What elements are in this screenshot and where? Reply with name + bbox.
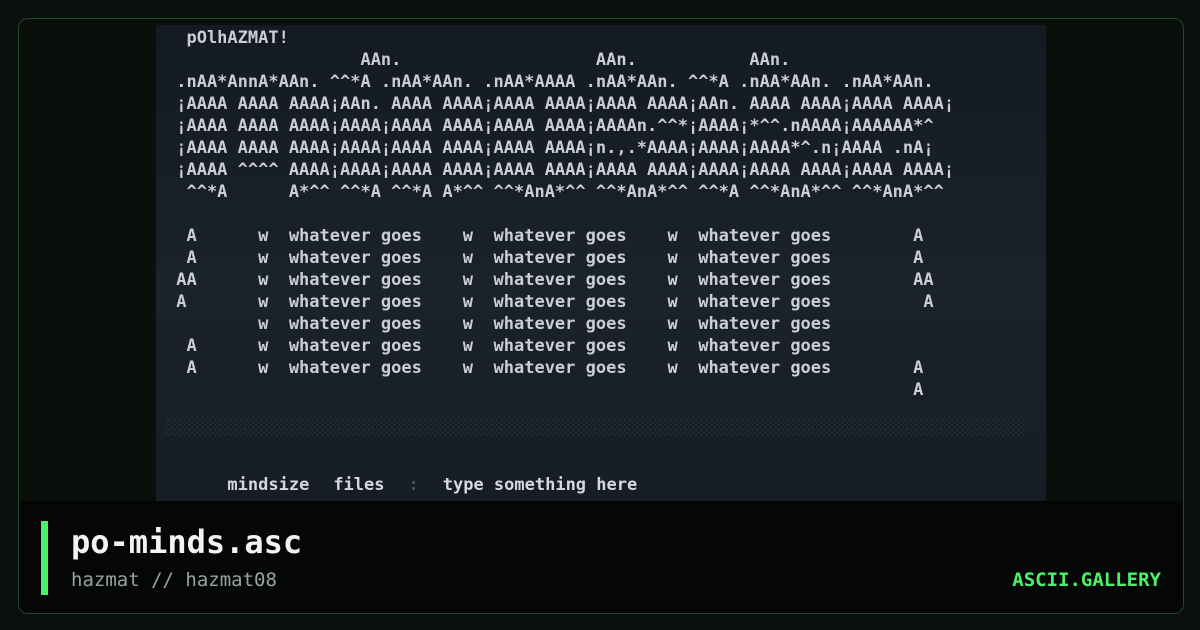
separator: ░░░░░░░░░░░░░░░░░░░░░░░░░░░░░░░░░░░░░░░░…: [166, 417, 1026, 437]
mindsize-label: mindsize: [227, 475, 310, 495]
ascii-art: pOlhAZMAT! AAn. AAn. AAn. .nAA*AnnA*AAn.…: [176, 28, 955, 400]
files-label[interactable]: files: [333, 475, 384, 495]
site-brand[interactable]: ASCII.GALLERY: [1012, 569, 1161, 591]
footer-bar: po-minds.asc hazmat // hazmat08 ASCII.GA…: [19, 501, 1183, 613]
ascii-preview: pOlhAZMAT! AAn. AAn. AAn. .nAA*AnnA*AAn.…: [156, 25, 1046, 501]
input-placeholder[interactable]: type something here: [443, 475, 637, 495]
artist-byline: hazmat // hazmat08: [71, 569, 277, 591]
artwork-title: po-minds.asc: [71, 523, 303, 561]
separator-colon: :: [408, 475, 419, 495]
card-frame: pOlhAZMAT! AAn. AAn. AAn. .nAA*AnnA*AAn.…: [18, 18, 1184, 614]
accent-bar: [41, 521, 48, 595]
